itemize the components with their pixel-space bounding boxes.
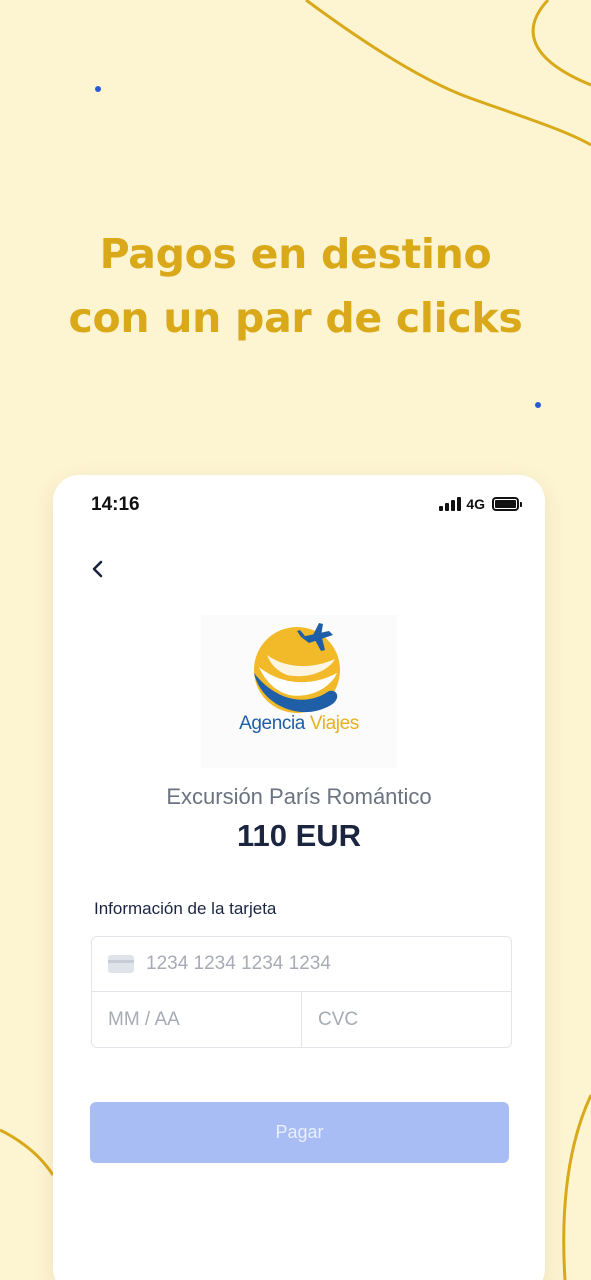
logo-wordmark: Agencia Viajes — [201, 713, 397, 735]
battery-icon — [492, 497, 522, 511]
credit-card-icon — [108, 955, 134, 973]
phone-mockup: 14:16 4G Agencia Viajes Excursión París … — [53, 475, 545, 1280]
card-info-label: Información de la tarjeta — [94, 899, 277, 918]
merchant-logo: Agencia Viajes — [201, 615, 397, 768]
card-number-placeholder: 1234 1234 1234 1234 — [146, 953, 331, 974]
card-secondary-row: MM / AA CVC — [92, 992, 511, 1048]
cvc-field[interactable]: CVC — [302, 992, 511, 1048]
pay-button[interactable]: Pagar — [90, 1102, 509, 1163]
logo-text-viajes: Viajes — [309, 713, 359, 734]
decorative-dot — [535, 402, 541, 408]
status-indicators: 4G — [439, 496, 522, 512]
network-type: 4G — [466, 496, 485, 512]
card-form: 1234 1234 1234 1234 MM / AA CVC — [91, 936, 512, 1048]
promo-headline: Pagos en destino con un par de clicks — [0, 222, 591, 350]
headline-line-1: Pagos en destino — [99, 230, 492, 278]
decorative-dot — [95, 86, 101, 92]
signal-bars-icon — [439, 497, 462, 511]
expiry-field[interactable]: MM / AA — [92, 992, 302, 1048]
product-name: Excursión París Romántico — [166, 784, 432, 809]
chevron-left-icon[interactable] — [87, 557, 109, 581]
card-number-field[interactable]: 1234 1234 1234 1234 — [92, 937, 511, 992]
logo-text-agencia: Agencia — [239, 713, 305, 734]
order-price: 110 EUR — [236, 818, 362, 853]
headline-line-2: con un par de clicks — [68, 294, 523, 342]
status-time: 14:16 — [91, 494, 140, 515]
travel-agency-logo-icon — [254, 623, 340, 713]
